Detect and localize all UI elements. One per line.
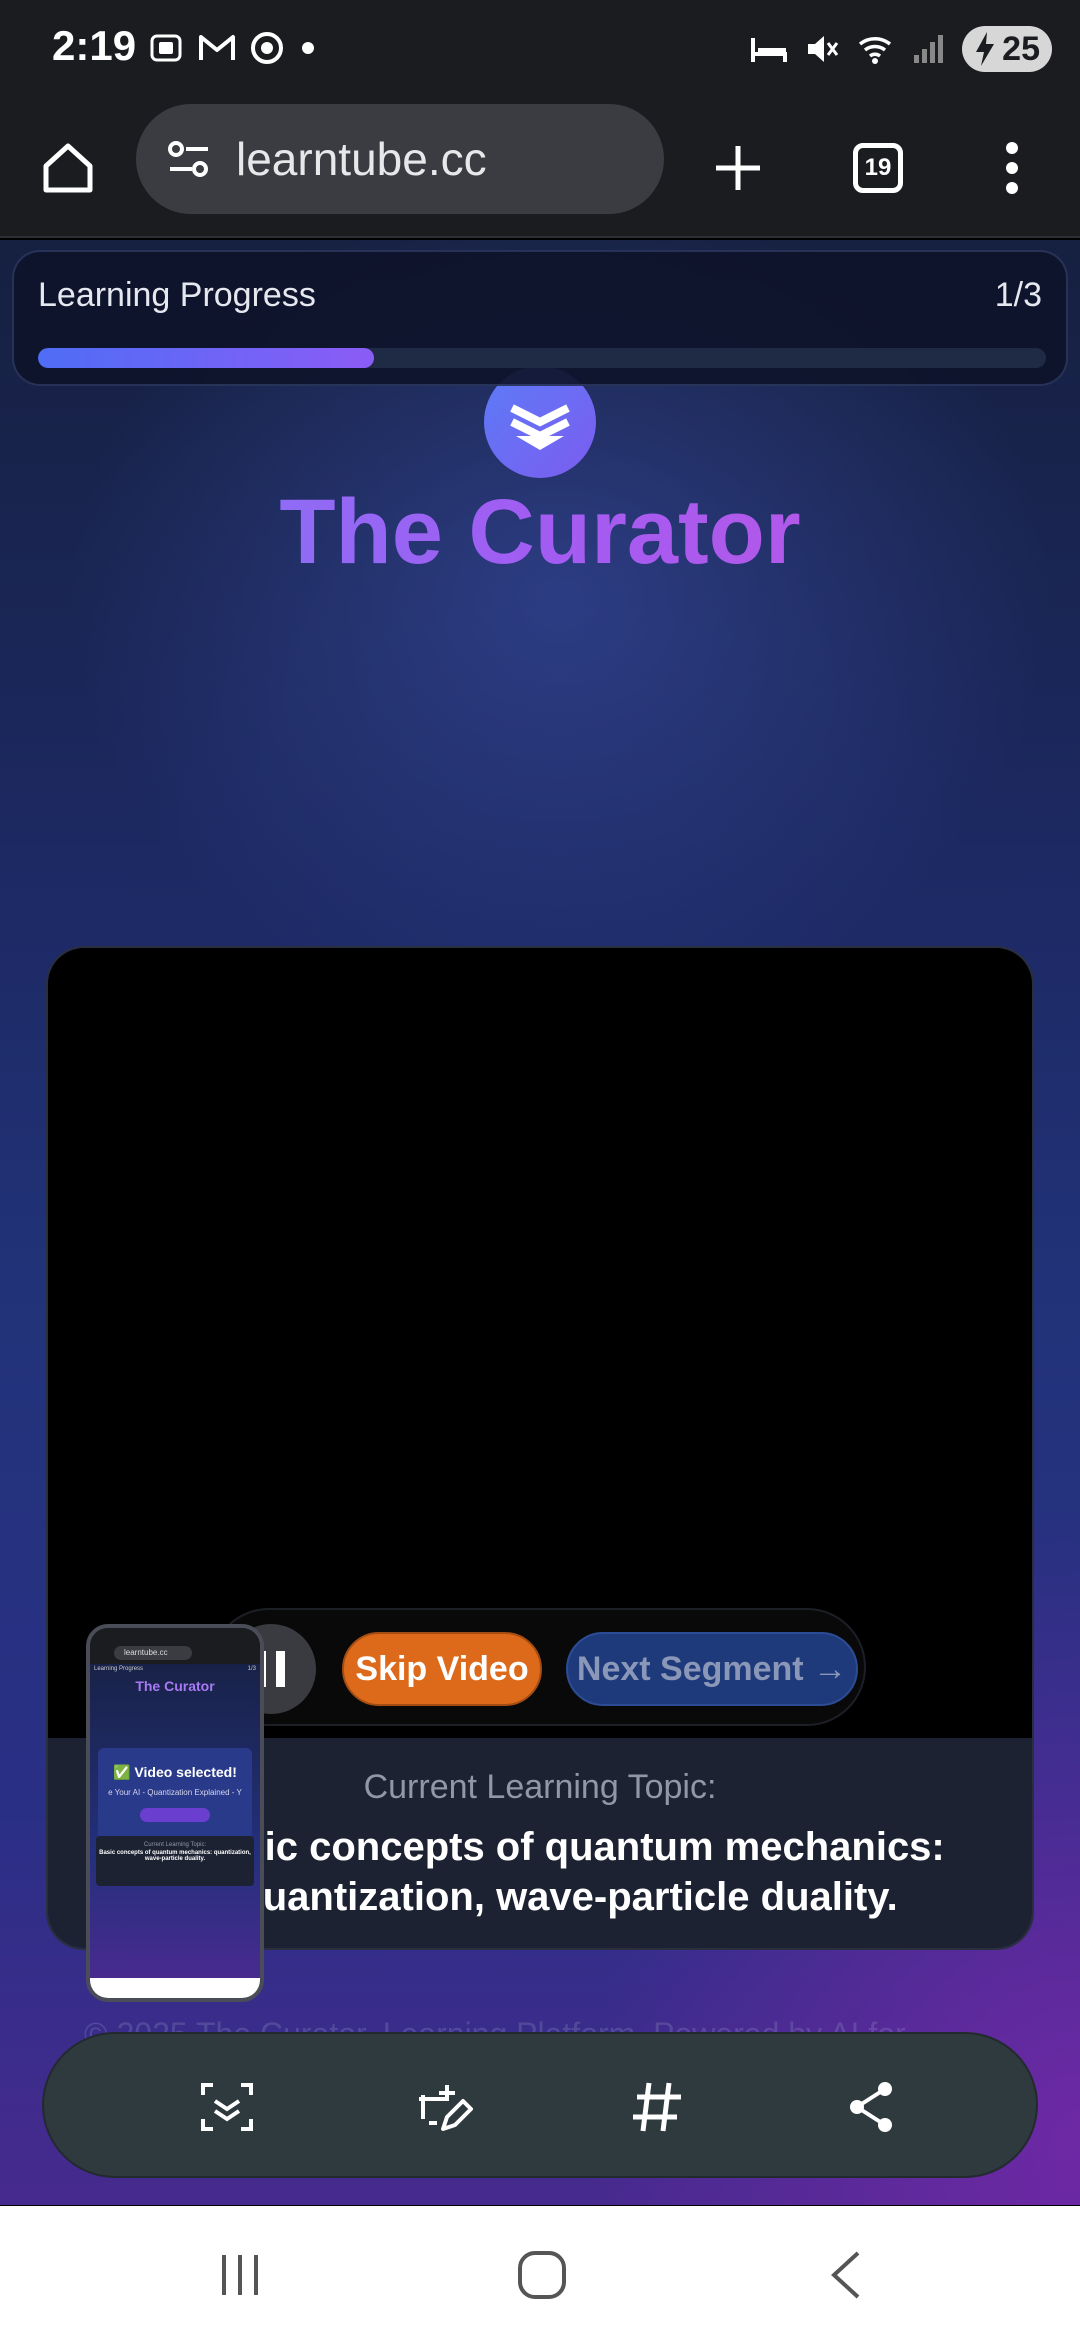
status-right-icons: 25	[750, 26, 1052, 72]
thumb-topic: Current Learning Topic: Basic concepts o…	[96, 1836, 254, 1886]
sleep-icon	[751, 38, 788, 62]
thumb-brand: The Curator	[135, 1678, 215, 1694]
next-segment-button[interactable]: Next Segment →	[566, 1632, 858, 1706]
screenshot-thumbnail[interactable]: learntube.cc Learning Progress 1/3 The C…	[86, 1624, 264, 2002]
progress-track	[38, 348, 1046, 368]
topic-text: Basic concepts of quantum mechanics: qua…	[191, 1825, 945, 1919]
thumb-toolbar: learntube.cc	[90, 1642, 260, 1664]
new-tab-button[interactable]	[698, 128, 778, 208]
skip-video-button[interactable]: Skip Video	[342, 1632, 542, 1706]
video-controls: Skip Video Next Segment →	[210, 1608, 866, 1726]
status-bar: 2:19 25	[0, 0, 1080, 100]
thumb-topic-text: Basic concepts of quantum mechanics: qua…	[99, 1850, 251, 1862]
progress-title: Learning Progress	[38, 276, 316, 314]
address-bar[interactable]: learntube.cc	[136, 104, 664, 214]
phone-screen: 2:19 25 19 learntube.cc Learning Progres…	[0, 0, 1080, 2340]
thumb-page: Learning Progress 1/3 The Curator ✅ Vide…	[90, 1664, 260, 1984]
tab-switcher-button[interactable]: 19	[838, 128, 918, 208]
status-time: 2:19	[52, 22, 137, 69]
wifi-icon	[859, 36, 892, 64]
thumb-nav-bar	[90, 1978, 260, 1998]
screenshot-action-bar	[42, 2032, 1038, 2178]
progress-count: 1/3	[994, 276, 1042, 314]
site-settings-icon[interactable]	[166, 139, 212, 179]
thumb-controls	[140, 1808, 210, 1822]
mute-icon	[808, 36, 839, 62]
home-nav-icon[interactable]	[502, 2240, 582, 2310]
thumb-progress-count: 1/3	[247, 1666, 256, 1672]
thumb-progress-label: Learning Progress	[94, 1666, 144, 1672]
thumb-url: learntube.cc	[114, 1646, 192, 1660]
share-icon[interactable]	[836, 2072, 906, 2142]
thumb-topic-label: Current Learning Topic:	[143, 1842, 207, 1848]
signal-icon	[914, 35, 944, 63]
progress-fill	[38, 348, 374, 368]
tab-count: 19	[853, 143, 903, 193]
thumb-video-subtitle: e Your AI - Quantization Explained - Y	[108, 1788, 242, 1797]
battery-level: 25	[1002, 30, 1040, 68]
home-icon[interactable]	[28, 128, 108, 208]
gmail-icon	[199, 35, 235, 60]
edit-screenshot-icon[interactable]	[408, 2072, 478, 2142]
hashtag-icon[interactable]	[622, 2072, 692, 2142]
screenshot-icon	[150, 34, 182, 62]
battery-icon: 25	[962, 26, 1052, 72]
thumb-status-bar	[90, 1628, 260, 1642]
thumb-video-selected: ✅ Video selected!	[113, 1764, 237, 1780]
status-left-icons	[148, 30, 318, 66]
scroll-capture-icon[interactable]	[192, 2072, 262, 2142]
dot-icon	[302, 42, 314, 54]
back-nav-icon[interactable]	[806, 2240, 886, 2310]
brand-title: The Curator	[0, 480, 1080, 585]
url-text: learntube.cc	[236, 133, 487, 185]
chrome-icon	[251, 32, 283, 64]
learning-progress-card: Learning Progress 1/3	[12, 250, 1068, 386]
recent-apps-icon[interactable]	[200, 2240, 280, 2310]
system-nav-bar	[0, 2206, 1080, 2340]
more-menu-icon[interactable]	[972, 128, 1052, 208]
